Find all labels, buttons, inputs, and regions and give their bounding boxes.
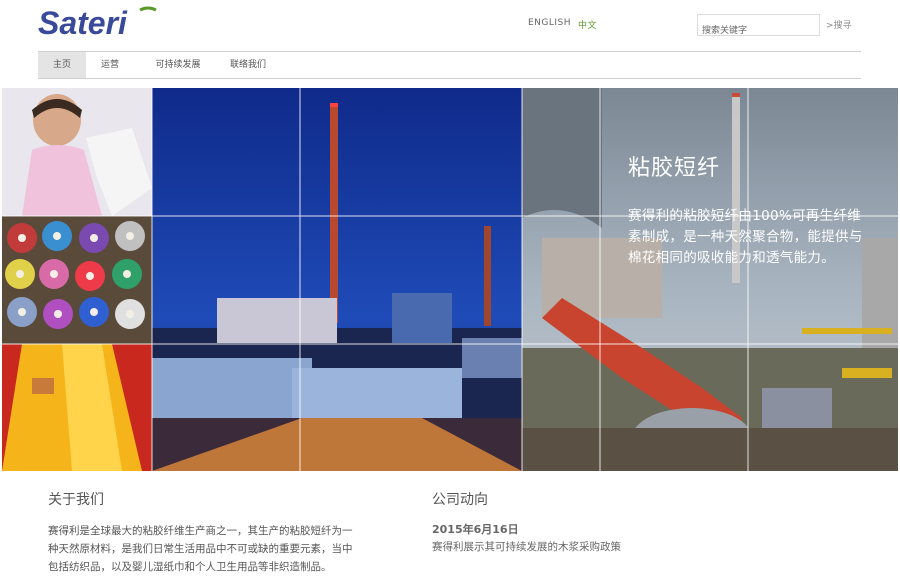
nav-item-contact[interactable]: 联络我们 xyxy=(220,52,276,78)
hero-image xyxy=(2,88,898,471)
search-button[interactable]: >搜寻 xyxy=(826,18,852,31)
nav-item-operations[interactable]: 运营 xyxy=(90,52,130,78)
news-link[interactable]: 赛得利展示其可持续发展的木浆采购政策 xyxy=(432,539,621,554)
lang-chinese-link[interactable]: 中文 xyxy=(578,18,597,31)
search-input[interactable]: 搜索关键字 xyxy=(697,14,820,36)
logo-text: Sateri xyxy=(38,5,128,40)
about-text: 赛得利是全球最大的粘胶纤维生产商之一，其生产的粘胶短纤为一种天然原材料，是我们日… xyxy=(48,525,353,573)
hero-title: 粘胶短纤 xyxy=(628,156,721,181)
hero-banner[interactable]: 粘胶短纤 赛得利的粘胶短纤由100%可再生纤维素制成，是一种天然聚合物，能提供与… xyxy=(2,88,898,471)
nav-item-home[interactable]: 主页 xyxy=(38,52,86,78)
main-nav: 主页 运营 可持续发展 联络我们 xyxy=(38,51,861,79)
hero-description: 赛得利的粘胶短纤由100%可再生纤维素制成，是一种天然聚合物，能提供与棉花相同的… xyxy=(628,208,863,266)
sateri-logo[interactable]: Sateri xyxy=(36,4,166,40)
logo-swoosh xyxy=(139,6,157,12)
news-heading: 公司动向 xyxy=(432,492,488,508)
lang-english-link[interactable]: ENGLISH xyxy=(528,18,571,28)
nav-item-sustainability[interactable]: 可持续发展 xyxy=(142,52,214,78)
about-heading: 关于我们 xyxy=(48,492,104,508)
news-date: 2015年6月16日 xyxy=(432,523,519,536)
